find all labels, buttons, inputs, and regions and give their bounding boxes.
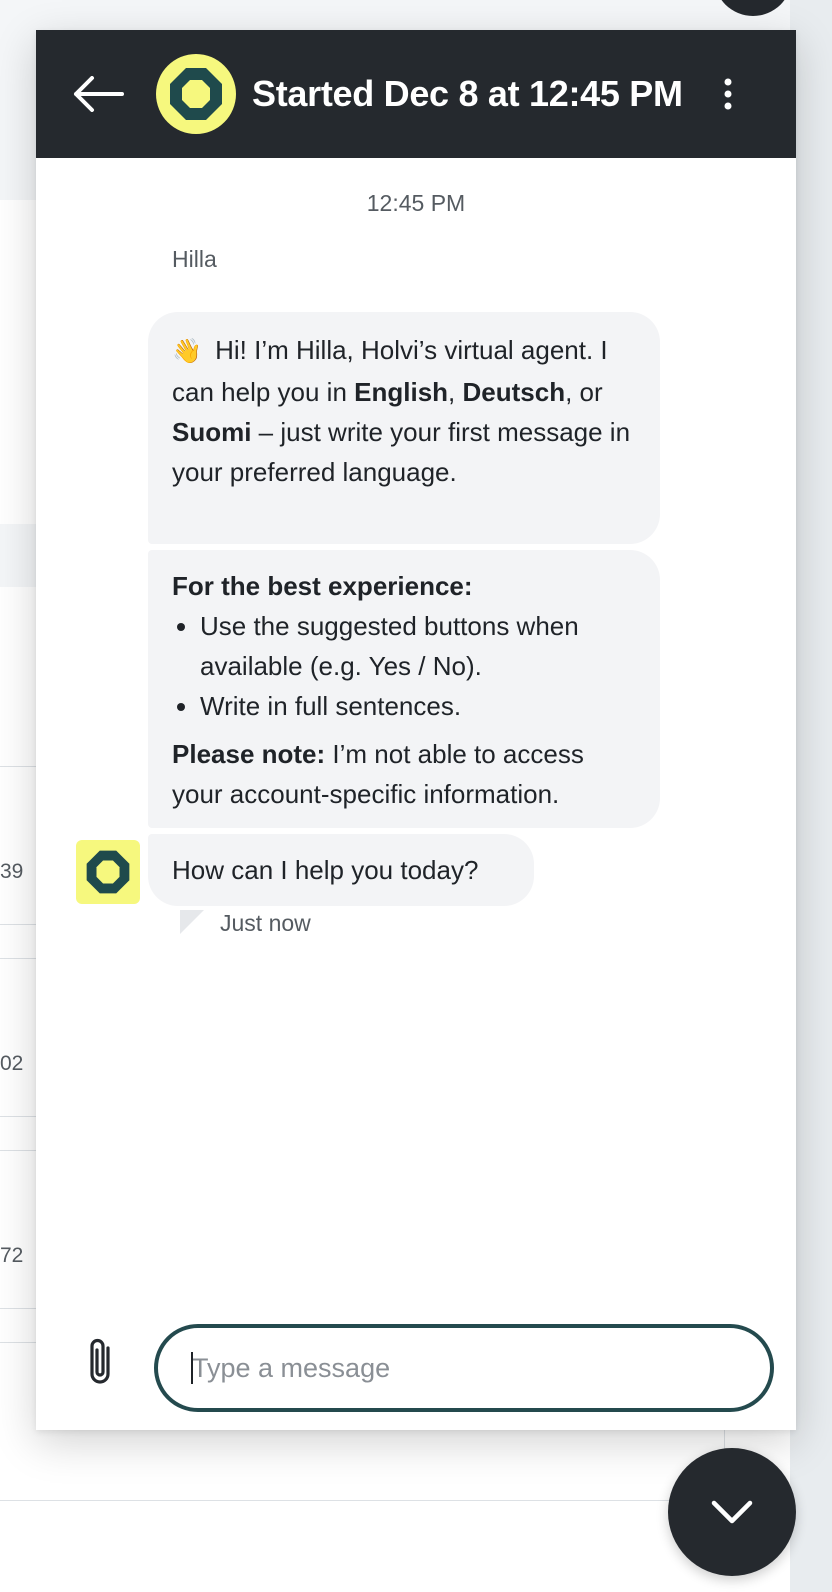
tips-list: Use the suggested buttons when available… bbox=[172, 606, 636, 726]
message-bubble-greeting: 👋 Hi! I’m Hilla, Holvi’s virtual agent. … bbox=[148, 312, 660, 544]
note-label: Please note: bbox=[172, 739, 326, 769]
delivered-indicator-icon bbox=[180, 910, 204, 934]
sender-name: Hilla bbox=[172, 246, 217, 272]
more-vertical-icon bbox=[724, 78, 732, 110]
message-bubble-question: How can I help you today? bbox=[148, 834, 534, 906]
more-options-button[interactable] bbox=[708, 74, 748, 114]
arrow-left-icon bbox=[74, 76, 124, 112]
holvi-octagon-icon bbox=[170, 68, 222, 120]
background-row-value: 02 bbox=[0, 1052, 24, 1075]
message-text: , or bbox=[565, 377, 603, 407]
avatar bbox=[156, 54, 236, 134]
text-cursor bbox=[191, 1352, 193, 1384]
waving-hand-icon: 👋 bbox=[172, 338, 202, 365]
message-input[interactable] bbox=[154, 1324, 774, 1412]
language-deutsch: Deutsch bbox=[462, 377, 566, 407]
chat-window: Started Dec 8 at 12:45 PM 12:45 PM Hilla… bbox=[36, 30, 796, 1430]
chat-header: Started Dec 8 at 12:45 PM bbox=[36, 30, 796, 158]
background-row-value: 39 bbox=[0, 860, 24, 883]
message-status: Just now bbox=[220, 910, 311, 936]
message-text: , bbox=[448, 377, 463, 407]
tips-heading: For the best experience: bbox=[172, 571, 473, 601]
attach-file-button[interactable] bbox=[74, 1332, 128, 1392]
bot-avatar bbox=[76, 840, 140, 904]
message-composer bbox=[36, 1308, 796, 1430]
paperclip-icon bbox=[90, 1338, 110, 1384]
holvi-octagon-icon bbox=[86, 850, 130, 894]
message-list[interactable]: 12:45 PM Hilla 👋 Hi! I’m Hilla, Holvi’s … bbox=[36, 158, 796, 1308]
list-item: Use the suggested buttons when available… bbox=[200, 606, 636, 686]
language-english: English bbox=[354, 377, 449, 407]
background-scroll-area bbox=[790, 0, 832, 1592]
message-bubble-tips: For the best experience: Use the suggest… bbox=[148, 550, 660, 828]
background-row-value: 72 bbox=[0, 1244, 24, 1267]
chevron-down-icon bbox=[711, 1500, 753, 1524]
conversation-title: Started Dec 8 at 12:45 PM bbox=[252, 73, 683, 114]
back-button[interactable] bbox=[70, 70, 126, 118]
conversation-timestamp: 12:45 PM bbox=[366, 190, 466, 216]
collapse-chat-button[interactable] bbox=[668, 1448, 796, 1576]
list-item: Write in full sentences. bbox=[200, 686, 636, 726]
language-suomi: Suomi bbox=[172, 417, 252, 447]
note-text: Please note: I’m not able to access your… bbox=[172, 734, 636, 814]
